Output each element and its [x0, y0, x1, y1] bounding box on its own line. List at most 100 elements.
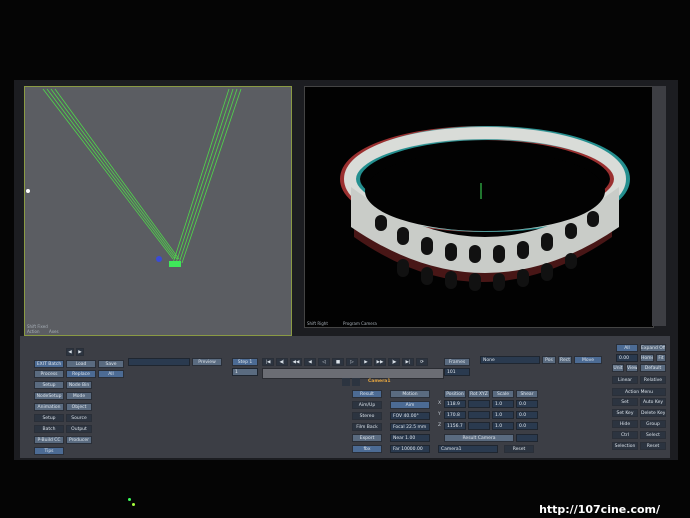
delete-key-button[interactable]: Delete Key [640, 409, 666, 417]
home-button[interactable]: Home [640, 354, 654, 362]
y-scale-field[interactable]: 1.0 [492, 411, 514, 419]
select-button[interactable]: Select [640, 431, 666, 439]
loop-button[interactable]: ⟳ [416, 358, 428, 366]
z-shear-field[interactable]: 0.0 [516, 422, 538, 430]
go-end-button[interactable]: ▶| [402, 358, 414, 366]
go-start-button[interactable]: |◀ [262, 358, 274, 366]
load-button[interactable]: Load [66, 360, 96, 368]
set-button[interactable]: Set [612, 398, 638, 406]
step-forward-button[interactable]: |▶ [388, 358, 400, 366]
near-field[interactable]: Near 1.00 [390, 434, 430, 442]
nav-left-button[interactable]: ◀ [66, 348, 74, 356]
film-back-button[interactable]: Film Back [352, 423, 382, 431]
y-rotation-field[interactable] [468, 411, 490, 419]
play-button[interactable]: ▶ [360, 358, 372, 366]
node-setup-button[interactable]: NodeSetup [34, 392, 64, 400]
output-button[interactable]: Output [66, 425, 92, 433]
scale-tab[interactable]: Scale [492, 390, 514, 398]
hide-button[interactable]: Hide [612, 420, 638, 428]
x-position-field[interactable]: 118.9 [444, 400, 466, 408]
rewind-button[interactable]: ◀◀ [290, 358, 302, 366]
tips-button[interactable]: Tips [34, 447, 64, 455]
current-frame-field[interactable]: 1 [232, 368, 258, 376]
selection-mode-field[interactable]: None [480, 356, 540, 364]
node-bin-button[interactable]: Node Bin [66, 381, 92, 389]
default-button[interactable]: Default [640, 364, 666, 372]
step-button[interactable]: Step 1 [232, 358, 258, 366]
process-button[interactable]: Process [34, 370, 64, 378]
reset-camera-button[interactable]: Reset [504, 445, 534, 453]
view-button[interactable]: View [626, 364, 638, 372]
all-toggle-button[interactable]: All [616, 344, 638, 352]
y-shear-field[interactable]: 0.0 [516, 411, 538, 419]
z-scale-field[interactable]: 1.0 [492, 422, 514, 430]
exit-batch-button[interactable]: EXIT Batch [34, 360, 64, 368]
step-back-button[interactable]: ◀| [276, 358, 288, 366]
result-button[interactable]: Result [352, 390, 382, 398]
replace-button[interactable]: Replace [66, 370, 96, 378]
stop-button[interactable]: ■ [332, 358, 344, 366]
aim-button[interactable]: Aim [390, 401, 430, 409]
animation-button[interactable]: Animation [34, 403, 64, 411]
reset-button[interactable]: Reset [640, 442, 666, 450]
fbx-button[interactable]: fbx [352, 445, 382, 453]
pos-button[interactable]: Pos [542, 356, 556, 364]
relative-button[interactable]: Relative [640, 376, 666, 384]
x-shear-field[interactable]: 0.0 [516, 400, 538, 408]
action-menu-button[interactable]: Action Menu [612, 388, 666, 396]
frames-button[interactable]: Frames [444, 358, 470, 366]
source-button[interactable]: Source [66, 414, 92, 422]
fit-button[interactable]: Fit [656, 354, 666, 362]
x-scale-field[interactable]: 1.0 [492, 400, 514, 408]
fov-field[interactable]: FOV 40.00° [390, 412, 430, 420]
camera-prev-button[interactable] [342, 378, 350, 386]
x-rotation-field[interactable] [468, 400, 490, 408]
set-key-button[interactable]: Set Key [612, 409, 638, 417]
result-camera-value-field[interactable] [516, 434, 538, 442]
fast-forward-button[interactable]: ▶▶ [374, 358, 386, 366]
rot-xyz-tab[interactable]: Rot XYZ [468, 390, 490, 398]
play-back-button[interactable]: ◀ [304, 358, 316, 366]
nav-right-button[interactable]: ▶ [76, 348, 84, 356]
next-key-button[interactable]: ▷ [346, 358, 358, 366]
setup-button[interactable]: Setup [34, 381, 64, 389]
object-button[interactable]: Object [66, 403, 92, 411]
result-camera-button[interactable]: Result Camera [444, 434, 514, 442]
stereo-button[interactable]: Stereo [352, 412, 382, 420]
shear-tab[interactable]: Shear [516, 390, 538, 398]
all-button[interactable]: All [98, 370, 124, 378]
prev-key-button[interactable]: ◁ [318, 358, 330, 366]
setup2-button[interactable]: Setup [34, 414, 64, 422]
save-button[interactable]: Save [98, 360, 124, 368]
end-frame-field[interactable]: 101 [444, 368, 470, 376]
camera-next-button[interactable] [352, 378, 360, 386]
focal-field[interactable]: Focal 22.5 mm [390, 423, 430, 431]
camera-dropdown[interactable]: Camera1 [438, 445, 498, 453]
producer-button[interactable]: Producer [66, 436, 92, 444]
batch2-button[interactable]: Batch [34, 425, 64, 433]
z-rotation-field[interactable] [468, 422, 490, 430]
value-field[interactable]: 0.00 [616, 354, 638, 362]
mode-button[interactable]: Mode [66, 392, 92, 400]
group-button[interactable]: Group [640, 420, 666, 428]
linear-button[interactable]: Linear [612, 376, 638, 384]
right-viewport[interactable]: Shift Right Program Camera [304, 86, 654, 328]
auto-key-button[interactable]: Auto Key [640, 398, 666, 406]
expand-button[interactable]: Expand Off [640, 344, 666, 352]
clip-name-field[interactable] [128, 358, 190, 366]
far-field[interactable]: Far 10000.00 [390, 445, 430, 453]
preview-button[interactable]: Preview [192, 358, 222, 366]
z-position-field[interactable]: 1156.7 [444, 422, 466, 430]
motion-button[interactable]: Motion [390, 390, 430, 398]
position-tab[interactable]: Position [444, 390, 466, 398]
unit-button[interactable]: Unit [612, 364, 624, 372]
selection-button[interactable]: Selection [612, 442, 638, 450]
rect-button[interactable]: Rect [558, 356, 572, 364]
ctrl-button[interactable]: Ctrl [612, 431, 638, 439]
move-button[interactable]: Move [574, 356, 602, 364]
y-position-field[interactable]: 170.8 [444, 411, 466, 419]
left-viewport[interactable]: Shift Fixed Action Axes [24, 86, 292, 336]
export-button[interactable]: Export [352, 434, 382, 442]
aim-up-button[interactable]: Aim/Up [352, 401, 382, 409]
prebuild-button[interactable]: P-Build CC [34, 436, 64, 444]
